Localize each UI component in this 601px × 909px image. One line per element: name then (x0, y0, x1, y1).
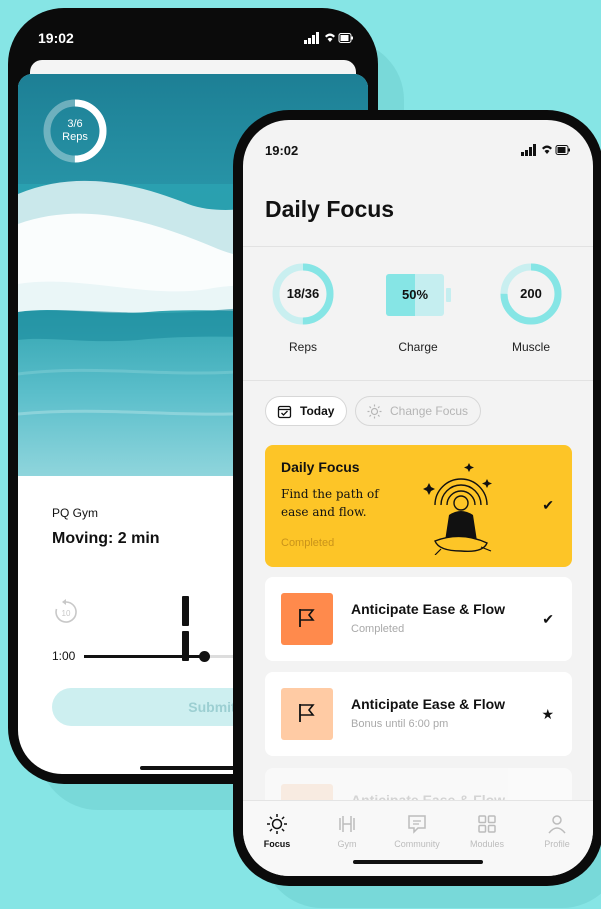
battery-icon (555, 145, 570, 155)
tab-label: Modules (469, 839, 505, 849)
flag-icon (299, 609, 315, 627)
completed-check-icon: ✔ (542, 497, 554, 513)
task-subtitle: Bonus until 6:00 pm (351, 718, 449, 730)
today-label: Today (300, 404, 335, 418)
reps-label: Reps (62, 131, 88, 143)
task-flag-tile (281, 593, 333, 645)
daily-card-description: Find the path of ease and flow. (281, 487, 379, 519)
page-title: Daily Focus (265, 196, 395, 222)
status-time: 19:02 (265, 143, 299, 158)
daily-card-title: Daily Focus (281, 459, 360, 475)
status-bar: 19:02 (8, 8, 378, 64)
reps-value: 3/6 (67, 118, 83, 130)
muscle-value: 200 (520, 286, 542, 301)
playback-scrubber[interactable] (199, 651, 210, 662)
today-chip[interactable]: Today (265, 396, 348, 426)
daily-card-status: Completed (281, 537, 335, 549)
charge-value: 50% (401, 287, 429, 302)
reps-value: 18/36 (286, 286, 320, 301)
reps-progress-ring: 3/6 Reps (42, 98, 108, 164)
flag-icon (299, 704, 315, 722)
grid-icon (478, 815, 496, 833)
signal-icon (521, 144, 536, 156)
rewind-10-button[interactable]: 10 (52, 598, 80, 626)
wifi-icon (325, 33, 335, 42)
tab-label: Gym (337, 839, 357, 849)
task-flag-tile (281, 688, 333, 740)
rewind-seconds: 10 (62, 609, 71, 618)
status-time: 19:02 (38, 30, 74, 46)
charge-battery: 50% (386, 274, 451, 316)
task-title: Anticipate Ease & Flow (351, 601, 506, 617)
sun-icon (267, 814, 287, 834)
chat-icon (408, 815, 426, 834)
wifi-icon (542, 145, 552, 154)
reps-ring: 18/36 (271, 262, 335, 326)
status-icons (521, 143, 571, 161)
rewind-icon: 10 (55, 599, 77, 623)
divider (243, 380, 593, 381)
tab-focus[interactable]: Focus (247, 813, 307, 849)
task-card[interactable]: Anticipate Ease & Flow Completed ✔ (265, 577, 572, 661)
front-phone: 19:02 Daily Focus 18/36 Reps 50% Charge (233, 110, 601, 886)
dumbbell-icon (339, 816, 355, 832)
change-focus-label: Change Focus (390, 404, 469, 418)
signal-icon (304, 32, 319, 44)
gym-name: PQ Gym (52, 506, 99, 520)
tab-gym[interactable]: Gym (317, 813, 377, 849)
muscle-ring: 200 (499, 262, 563, 326)
playback-progress-fill (84, 655, 204, 658)
pause-button[interactable] (182, 596, 206, 661)
activity-title: Moving: 2 min (52, 530, 160, 547)
home-indicator (353, 860, 483, 864)
divider (243, 246, 593, 247)
tab-label: Community (394, 839, 440, 849)
tab-profile[interactable]: Profile (527, 813, 587, 849)
pause-bar-left (182, 596, 189, 626)
daily-focus-card[interactable]: Daily Focus Find the path of ease and fl… (265, 445, 572, 567)
task-card[interactable]: Anticipate Ease & Flow Bonus until 6:00 … (265, 672, 572, 756)
star-icon: ★ (541, 706, 554, 722)
reps-label: Reps (288, 340, 317, 354)
sun-icon (367, 404, 382, 419)
check-icon: ✔ (542, 611, 554, 627)
tab-bar: Focus Gym Community Modules Profile (243, 800, 593, 876)
tab-label: Focus (263, 839, 291, 849)
daily-focus-screen: 19:02 Daily Focus 18/36 Reps 50% Charge (243, 120, 593, 876)
elapsed-time: 1:00 (52, 649, 76, 663)
task-title: Anticipate Ease & Flow (351, 696, 506, 712)
charge-label: Charge (398, 340, 438, 354)
battery-cap (446, 288, 451, 302)
tab-community[interactable]: Community (387, 813, 447, 849)
status-icons (304, 31, 354, 49)
task-subtitle: Completed (351, 623, 405, 635)
meditation-illustration (423, 463, 492, 555)
battery-icon (338, 33, 353, 43)
change-focus-chip[interactable]: Change Focus (355, 396, 482, 426)
tab-modules[interactable]: Modules (457, 813, 517, 849)
muscle-label: Muscle (511, 340, 550, 354)
calendar-icon (277, 405, 292, 419)
person-icon (548, 815, 566, 834)
tab-label: Profile (544, 839, 570, 849)
